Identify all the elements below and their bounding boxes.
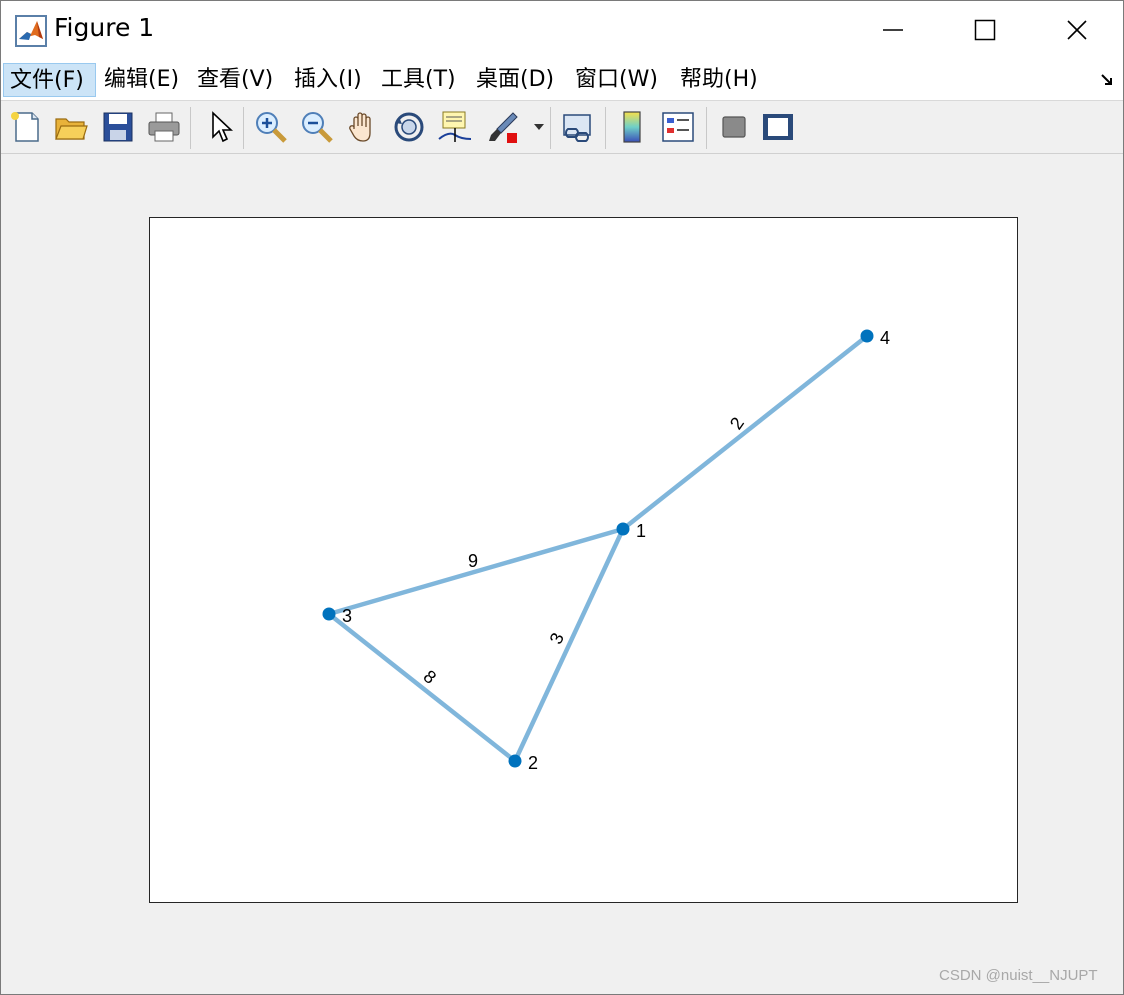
node-label: 1 bbox=[636, 521, 646, 541]
edge-weight-label: 3 bbox=[546, 630, 568, 648]
graph-edge-1-4 bbox=[621, 334, 869, 531]
hide-plot-tools-icon[interactable] bbox=[716, 109, 752, 145]
close-icon bbox=[1067, 20, 1087, 40]
menu-help[interactable]: 帮助(H) bbox=[674, 63, 764, 97]
toolbar-separator bbox=[190, 107, 191, 149]
graph-node-2[interactable] bbox=[508, 754, 522, 768]
data-cursor-icon[interactable] bbox=[437, 109, 473, 145]
graph-edge-3-2 bbox=[327, 612, 517, 763]
toolbar-separator bbox=[243, 107, 244, 149]
dock-arrow-icon[interactable] bbox=[1099, 72, 1115, 88]
maximize-icon bbox=[974, 19, 996, 41]
close-button[interactable] bbox=[1031, 1, 1123, 59]
menu-insert[interactable]: 插入(I) bbox=[288, 63, 368, 97]
menu-window[interactable]: 窗口(W) bbox=[569, 63, 664, 97]
node-label: 3 bbox=[342, 606, 352, 626]
print-icon[interactable] bbox=[146, 109, 182, 145]
zoom-in-icon[interactable] bbox=[253, 109, 289, 145]
graph-edge-1-3 bbox=[328, 526, 624, 617]
plot-axes[interactable]: 29381234 bbox=[149, 217, 1018, 903]
graph-plot[interactable]: 29381234 bbox=[150, 218, 1017, 902]
minimize-icon bbox=[883, 29, 903, 31]
graph-node-1[interactable] bbox=[616, 522, 630, 536]
node-label: 4 bbox=[880, 328, 890, 348]
title-bar[interactable]: Figure 1 bbox=[1, 1, 1123, 59]
show-plot-tools-icon[interactable] bbox=[760, 109, 796, 145]
menu-desktop[interactable]: 桌面(D) bbox=[470, 63, 560, 97]
graph-node-3[interactable] bbox=[322, 607, 336, 621]
link-plot-icon[interactable] bbox=[560, 109, 596, 145]
edit-plot-pointer-icon[interactable] bbox=[203, 109, 239, 145]
new-figure-icon[interactable] bbox=[8, 109, 44, 145]
edge-weight-label: 8 bbox=[420, 666, 441, 688]
insert-legend-icon[interactable] bbox=[660, 109, 696, 145]
rotate-3d-icon[interactable] bbox=[391, 109, 427, 145]
figure-window: Figure 1 文件(F) 编辑(E) 查看(V) 插入(I) 工具(T) 桌… bbox=[0, 0, 1124, 995]
toolbar-separator bbox=[550, 107, 551, 149]
toolbar-separator bbox=[706, 107, 707, 149]
figure-toolbar bbox=[1, 100, 1123, 154]
matlab-logo-icon bbox=[15, 15, 47, 47]
menu-view[interactable]: 查看(V) bbox=[191, 63, 279, 97]
menu-edit[interactable]: 编辑(E) bbox=[98, 63, 185, 97]
watermark: CSDN @nuist__NJUPT bbox=[939, 967, 1098, 984]
maximize-button[interactable] bbox=[939, 1, 1031, 59]
brush-icon[interactable] bbox=[485, 109, 521, 145]
menu-bar: 文件(F) 编辑(E) 查看(V) 插入(I) 工具(T) 桌面(D) 窗口(W… bbox=[1, 59, 1123, 100]
open-file-icon[interactable] bbox=[53, 109, 89, 145]
save-icon[interactable] bbox=[100, 109, 136, 145]
graph-node-4[interactable] bbox=[860, 329, 874, 343]
toolbar-separator bbox=[605, 107, 606, 149]
pan-hand-icon[interactable] bbox=[345, 109, 381, 145]
insert-colorbar-icon[interactable] bbox=[615, 109, 651, 145]
menu-tools[interactable]: 工具(T) bbox=[375, 63, 462, 97]
menu-file[interactable]: 文件(F) bbox=[3, 63, 96, 97]
graph-edge-1-2 bbox=[512, 528, 626, 762]
node-label: 2 bbox=[528, 753, 538, 773]
zoom-out-icon[interactable] bbox=[299, 109, 335, 145]
brush-dropdown-icon[interactable] bbox=[533, 123, 545, 131]
window-title: Figure 1 bbox=[54, 13, 155, 42]
minimize-button[interactable] bbox=[847, 1, 939, 59]
edge-weight-label: 9 bbox=[468, 551, 478, 571]
